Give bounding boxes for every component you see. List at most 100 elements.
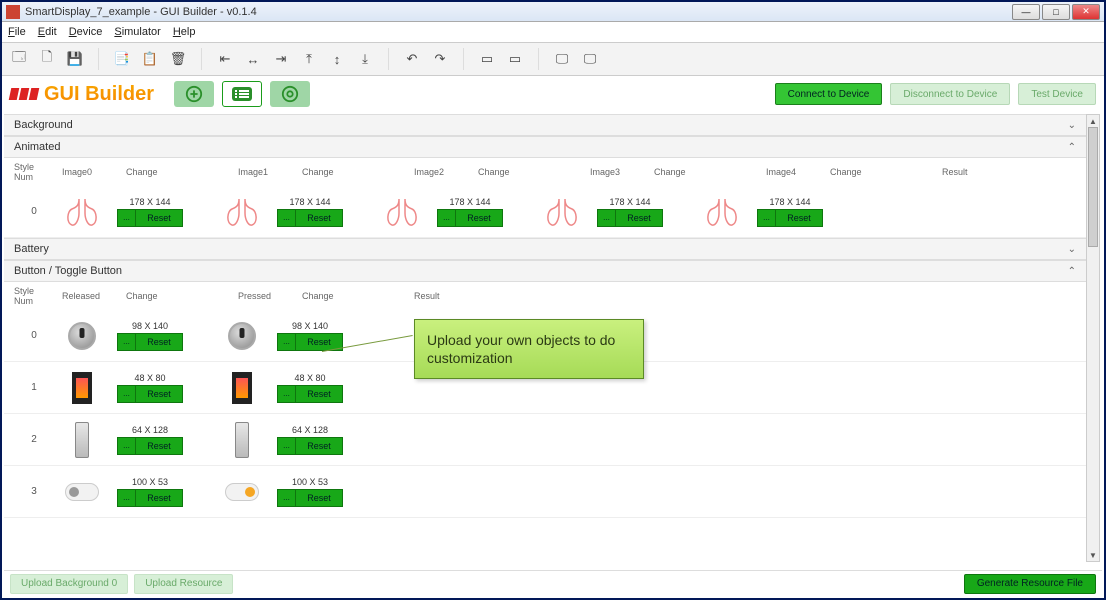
menu-file[interactable]: File (8, 26, 26, 38)
browse-icon[interactable]: ... (118, 210, 136, 226)
open-icon[interactable]: 🗋 (38, 50, 56, 68)
style-number: 2 (14, 434, 54, 445)
col-header: Style Num (14, 286, 54, 306)
change-button[interactable]: ...Reset (117, 437, 183, 455)
send-back-icon[interactable]: ▭ (506, 50, 524, 68)
change-button[interactable]: ...Reset (277, 385, 343, 403)
change-button[interactable]: ...Reset (117, 333, 183, 351)
thumbnail-lungs (374, 197, 430, 227)
new-icon[interactable]: 🗔 (10, 50, 28, 68)
reset-button[interactable]: Reset (296, 438, 342, 454)
undo-icon[interactable]: ↶ (403, 50, 421, 68)
section-animated[interactable]: Animated ⌃ (4, 136, 1086, 158)
menu-edit[interactable]: Edit (38, 26, 57, 38)
section-background[interactable]: Background ⌄ (4, 114, 1086, 136)
reset-button[interactable]: Reset (296, 386, 342, 402)
upload-background-button[interactable]: Upload Background 0 (10, 574, 128, 594)
align-center-v-icon[interactable]: ↕ (328, 50, 346, 68)
browse-icon[interactable]: ... (438, 210, 456, 226)
mode-list-button[interactable] (222, 81, 262, 107)
chevron-up-icon: ⌃ (1068, 142, 1076, 153)
reset-button[interactable]: Reset (776, 210, 822, 226)
menu-simulator[interactable]: Simulator (114, 26, 160, 38)
bring-front-icon[interactable]: ▭ (478, 50, 496, 68)
delete-icon[interactable]: 🗑 (169, 50, 187, 68)
disconnect-button[interactable]: Disconnect to Device (890, 83, 1010, 105)
reset-button[interactable]: Reset (616, 210, 662, 226)
reset-button[interactable]: Reset (296, 334, 342, 350)
minimize-button[interactable]: — (1012, 4, 1040, 20)
monitor-icon[interactable]: 🖵 (553, 50, 571, 68)
change-button[interactable]: ...Reset (597, 209, 663, 227)
change-button[interactable]: ...Reset (757, 209, 823, 227)
browse-icon[interactable]: ... (278, 490, 296, 506)
browse-icon[interactable]: ... (758, 210, 776, 226)
change-button[interactable]: ...Reset (277, 437, 343, 455)
reset-button[interactable]: Reset (136, 386, 182, 402)
maximize-button[interactable]: □ (1042, 4, 1070, 20)
align-top-icon[interactable]: ⤒ (300, 50, 318, 68)
col-header: Change (654, 167, 758, 177)
test-device-button[interactable]: Test Device (1018, 83, 1096, 105)
save-icon[interactable]: 💾 (66, 50, 84, 68)
change-button[interactable]: ...Reset (277, 489, 343, 507)
change-button[interactable]: ...Reset (117, 385, 183, 403)
size-label: 100 X 53 (132, 477, 168, 487)
scroll-down-icon[interactable]: ▼ (1087, 549, 1099, 561)
section-battery[interactable]: Battery ⌄ (4, 238, 1086, 260)
col-header: Result (942, 167, 968, 177)
close-button[interactable]: ✕ (1072, 4, 1100, 20)
browse-icon[interactable]: ... (278, 386, 296, 402)
copy-icon[interactable]: 📑 (113, 50, 131, 68)
size-label: 178 X 144 (449, 197, 490, 207)
thumbnail-released (54, 422, 110, 458)
generate-resource-button[interactable]: Generate Resource File (964, 574, 1096, 594)
reset-button[interactable]: Reset (136, 334, 182, 350)
browse-icon[interactable]: ... (278, 210, 296, 226)
section-label: Animated (14, 141, 60, 153)
upload-resource-button[interactable]: Upload Resource (134, 574, 233, 594)
change-button[interactable]: ...Reset (117, 209, 183, 227)
section-label: Background (14, 119, 73, 131)
reset-button[interactable]: Reset (136, 438, 182, 454)
paste-icon[interactable]: 📋 (141, 50, 159, 68)
col-header: Result (414, 291, 440, 301)
reset-button[interactable]: Reset (456, 210, 502, 226)
reset-button[interactable]: Reset (136, 210, 182, 226)
browse-icon[interactable]: ... (278, 334, 296, 350)
browse-icon[interactable]: ... (118, 490, 136, 506)
change-button[interactable]: ...Reset (437, 209, 503, 227)
col-header: Image3 (590, 167, 646, 177)
thumbnail-lungs (54, 197, 110, 227)
scroll-thumb[interactable] (1088, 127, 1098, 247)
browse-icon[interactable]: ... (278, 438, 296, 454)
mode-edit-button[interactable] (174, 81, 214, 107)
toolbar: 🗔 🗋 💾 📑 📋 🗑 ⇤ ↔ ⇥ ⤒ ↕ ⤓ ↶ ↷ ▭ ▭ 🖵 🖵 (2, 42, 1104, 76)
vertical-scrollbar[interactable]: ▲ ▼ (1086, 114, 1100, 562)
size-label: 98 X 140 (132, 321, 168, 331)
reset-button[interactable]: Reset (136, 490, 182, 506)
align-left-icon[interactable]: ⇤ (216, 50, 234, 68)
size-label: 48 X 80 (294, 373, 325, 383)
section-button[interactable]: Button / Toggle Button ⌃ (4, 260, 1086, 282)
monitor-plus-icon[interactable]: 🖵 (581, 50, 599, 68)
change-button[interactable]: ...Reset (277, 333, 343, 351)
redo-icon[interactable]: ↷ (431, 50, 449, 68)
browse-icon[interactable]: ... (598, 210, 616, 226)
change-button[interactable]: ...Reset (277, 209, 343, 227)
align-center-h-icon[interactable]: ↔ (244, 50, 262, 68)
mode-settings-button[interactable] (270, 81, 310, 107)
menu-help[interactable]: Help (173, 26, 196, 38)
reset-button[interactable]: Reset (296, 490, 342, 506)
change-button[interactable]: ...Reset (117, 489, 183, 507)
browse-icon[interactable]: ... (118, 438, 136, 454)
browse-icon[interactable]: ... (118, 334, 136, 350)
menu-device[interactable]: Device (69, 26, 103, 38)
reset-button[interactable]: Reset (296, 210, 342, 226)
connect-button[interactable]: Connect to Device (775, 83, 883, 105)
browse-icon[interactable]: ... (118, 386, 136, 402)
align-right-icon[interactable]: ⇥ (272, 50, 290, 68)
separator (538, 48, 539, 70)
scroll-up-icon[interactable]: ▲ (1087, 115, 1099, 127)
align-bottom-icon[interactable]: ⤓ (356, 50, 374, 68)
